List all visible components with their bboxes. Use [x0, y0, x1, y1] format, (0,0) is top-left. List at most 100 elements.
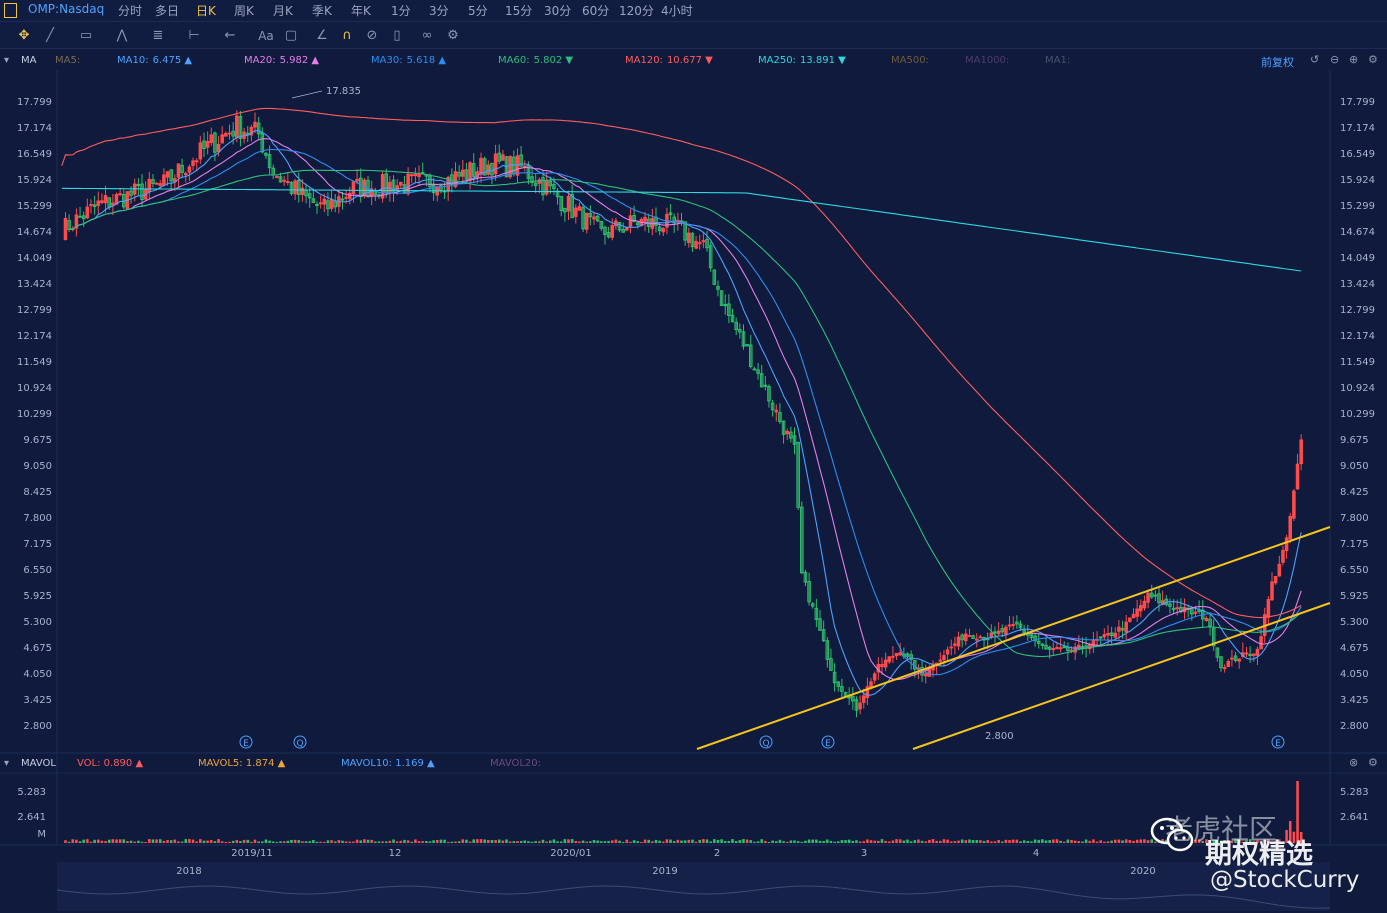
- event-marker-label: E: [825, 739, 831, 749]
- kline-chart[interactable]: 17.799 17.799 17.174 17.174 16.549 16.549 15.9…: [0, 70, 1387, 913]
- volume-bar: [137, 840, 140, 843]
- volume-bar: [312, 840, 315, 843]
- ma-legend-item[interactable]: MA120: 10.677 ▼: [625, 55, 713, 66]
- undo-icon[interactable]: ↺: [1310, 53, 1319, 66]
- candle-body: [584, 212, 589, 230]
- ma-legend-item[interactable]: MA1:: [1045, 55, 1070, 66]
- vol-legend-item[interactable]: MAVOL10: 1.169 ▲: [341, 758, 435, 769]
- tab-quarterly[interactable]: 季K: [312, 2, 332, 19]
- ma-legend-value: 10.677 ▼: [666, 55, 713, 66]
- tab-120min[interactable]: 120分: [619, 2, 654, 19]
- volume-bar: [1132, 840, 1135, 843]
- magnet-icon[interactable]: ∩: [339, 28, 355, 44]
- ma-legend-item[interactable]: MA20: 5.982 ▲: [244, 55, 319, 66]
- volume-bar: [111, 839, 115, 843]
- volume-bar: [1088, 840, 1092, 843]
- volume-bar: [672, 841, 676, 843]
- tab-30min[interactable]: 30分: [544, 2, 571, 19]
- volume-bar: [184, 839, 188, 843]
- ma-legend-name: MA60:: [498, 55, 530, 66]
- vol-legend-item[interactable]: MAVOL20:: [490, 758, 541, 769]
- adjust-price-toggle[interactable]: 前复权: [1261, 54, 1294, 70]
- volume-bar: [745, 839, 749, 843]
- volume-bar: [877, 840, 880, 843]
- zoom-out-icon[interactable]: ⊖: [1330, 53, 1339, 66]
- volume-bar: [636, 841, 640, 843]
- volume-bar: [1022, 840, 1026, 843]
- polyline-tool-icon[interactable]: ⋀: [114, 28, 130, 44]
- volume-bar: [610, 840, 614, 843]
- volume-bar: [155, 839, 158, 843]
- volume-bar: [359, 840, 363, 843]
- volume-bar: [720, 839, 723, 843]
- comment-tool-icon[interactable]: ▢: [283, 28, 299, 44]
- ma-label[interactable]: MA: [21, 55, 36, 66]
- ma-legend-item[interactable]: MA250: 13.891 ▼: [758, 55, 846, 66]
- tab-60min[interactable]: 60分: [582, 2, 609, 19]
- volume-bar: [979, 840, 982, 843]
- symbol-label[interactable]: OMP:Nasdaq: [28, 2, 104, 16]
- volume-bar: [723, 841, 727, 843]
- title-bar: OMP:Nasdaq 分时 多日 日K 周K 月K 季K 年K 1分 3分 5分…: [0, 0, 1387, 22]
- volume-bar: [709, 841, 712, 843]
- volume-bar: [279, 841, 282, 843]
- volume-bar: [913, 840, 917, 843]
- text-tool-icon[interactable]: Aa: [256, 28, 276, 44]
- settings-icon[interactable]: ⚙: [445, 28, 461, 44]
- ma-legend-item[interactable]: MA5:: [55, 55, 80, 66]
- volume-bar: [319, 841, 322, 843]
- watchlist-icon[interactable]: [4, 3, 17, 18]
- collapse-icon[interactable]: ▾: [4, 55, 9, 66]
- tab-multiday[interactable]: 多日: [155, 2, 179, 19]
- tab-15min[interactable]: 15分: [505, 2, 532, 19]
- vol-collapse-icon[interactable]: ▾: [4, 758, 9, 769]
- tab-5min[interactable]: 5分: [468, 2, 488, 19]
- candle-body: [1204, 617, 1209, 622]
- volume-bar: [1103, 841, 1106, 843]
- hide-icon[interactable]: ⊘: [364, 28, 380, 44]
- candle-body: [322, 198, 327, 205]
- rect-tool-icon[interactable]: ▭: [78, 28, 94, 44]
- overview-year-tick: 2019: [652, 866, 677, 877]
- candle-body: [949, 646, 954, 649]
- tab-yearly[interactable]: 年K: [351, 2, 371, 19]
- candle-body: [1146, 592, 1150, 603]
- vol-legend-item[interactable]: MAVOL5: 1.874 ▲: [198, 758, 285, 769]
- vol-settings-icon[interactable]: ⚙: [1368, 756, 1378, 769]
- line-tool-icon[interactable]: ╱: [42, 28, 58, 44]
- tab-3min[interactable]: 3分: [429, 2, 449, 19]
- volume-bar: [669, 839, 672, 843]
- candle-body: [592, 216, 596, 220]
- vol-legend-item[interactable]: VOL: 0.890 ▲: [77, 758, 143, 769]
- ruler-icon[interactable]: ∠: [314, 28, 330, 44]
- price-tick-left: 9.050: [23, 461, 52, 472]
- delete-icon[interactable]: ▯: [389, 28, 405, 44]
- ma-legend-item[interactable]: MA500:: [891, 55, 929, 66]
- tab-daily[interactable]: 日K: [196, 2, 216, 19]
- volume-bar: [341, 840, 344, 843]
- candle-body: [220, 134, 224, 144]
- arrow-tool-icon[interactable]: ←: [222, 28, 238, 44]
- ma-legend-item[interactable]: MA30: 5.618 ▲: [371, 55, 446, 66]
- vol-close-icon[interactable]: ⊗: [1349, 756, 1358, 769]
- zoom-in-icon[interactable]: ⊕: [1349, 53, 1358, 66]
- ma-legend-item[interactable]: MA60: 5.802 ▼: [498, 55, 573, 66]
- tab-fenshi[interactable]: 分时: [118, 2, 142, 19]
- volume-bar: [567, 839, 570, 843]
- move-icon[interactable]: ✥: [16, 28, 32, 44]
- ma120-line: [61, 107, 1302, 619]
- tab-weekly[interactable]: 周K: [234, 2, 254, 19]
- tab-4hour[interactable]: 4小时: [661, 2, 693, 19]
- link-icon[interactable]: ∞: [419, 28, 435, 44]
- fib-tool-icon[interactable]: ≣: [150, 28, 166, 44]
- tab-monthly[interactable]: 月K: [273, 2, 293, 19]
- mavol-label[interactable]: MAVOL: [21, 758, 56, 769]
- volume-bar: [902, 840, 906, 843]
- ma-legend-item[interactable]: MA1000:: [965, 55, 1009, 66]
- range-tool-icon[interactable]: ⊢: [186, 28, 202, 44]
- candles: [63, 110, 1303, 718]
- ma-legend-item[interactable]: MA10: 6.475 ▲: [117, 55, 192, 66]
- chart-settings-icon[interactable]: ⚙: [1368, 53, 1378, 66]
- candle-body: [1284, 537, 1289, 552]
- tab-1min[interactable]: 1分: [391, 2, 411, 19]
